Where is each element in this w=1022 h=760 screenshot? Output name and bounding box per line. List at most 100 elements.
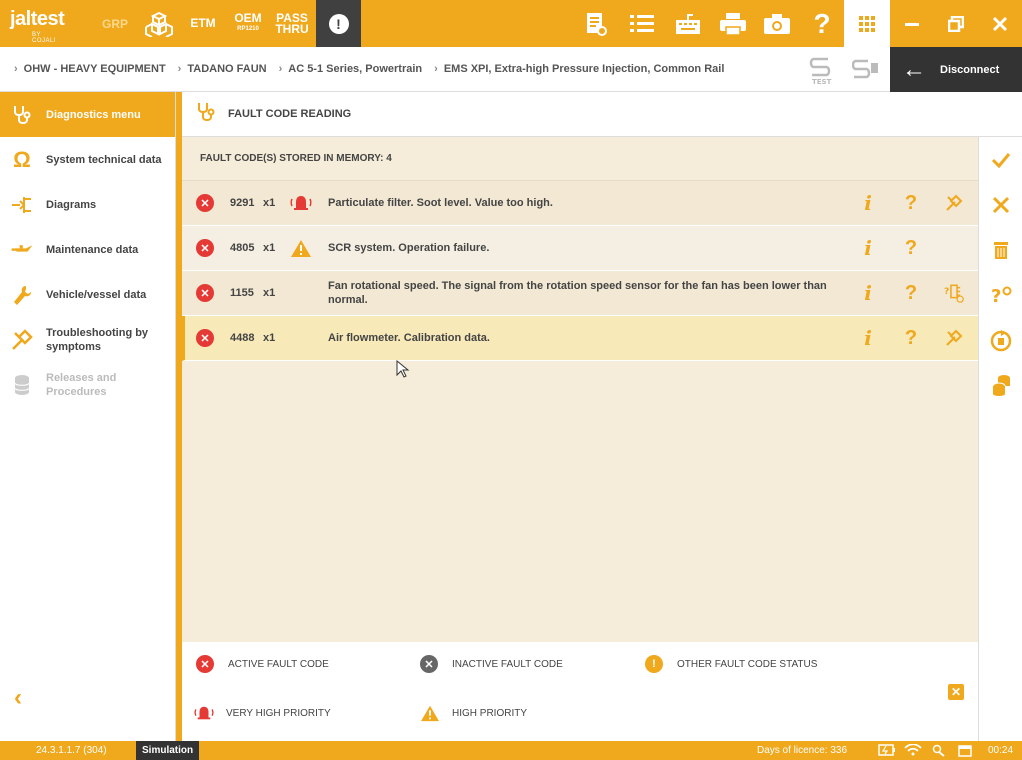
delete-icon[interactable] (979, 227, 1022, 272)
grid-icon (859, 15, 875, 32)
connection-icon[interactable] (851, 57, 880, 83)
clock: 00:24 (988, 745, 1014, 756)
active-fault-icon: ✕ (196, 284, 214, 302)
legend-very-high: VERY HIGH PRIORITY (194, 704, 331, 722)
report-icon[interactable] (580, 0, 612, 47)
info-icon[interactable]: i (858, 191, 878, 215)
sidebar-item-troubleshooting[interactable]: Troubleshooting by symptoms (0, 317, 175, 362)
sidebar: Diagnostics menu Ω System technical data… (0, 92, 176, 741)
high-priority-icon (290, 237, 312, 259)
test-mode-icon[interactable]: TEST (808, 55, 836, 86)
info-icon[interactable]: i (858, 326, 878, 350)
refresh-icon[interactable] (979, 317, 1022, 362)
data-stack-icon[interactable] (979, 362, 1022, 407)
help-icon[interactable]: ? (901, 281, 921, 305)
content-header: FAULT CODE READING (182, 92, 1022, 137)
minimize-icon[interactable] (894, 0, 930, 47)
breadcrumb-item[interactable]: EMS XPI, Extra-high Pressure Injection, … (434, 63, 725, 75)
ohm-icon: Ω (13, 146, 31, 172)
sidebar-item-maintenance-data[interactable]: Maintenance data (0, 227, 175, 272)
legend-other: ! OTHER FAULT CODE STATUS (645, 655, 817, 673)
mouse-cursor-icon (396, 360, 410, 378)
svg-text:TEST: TEST (812, 78, 832, 85)
legend: ✕ ACTIVE FAULT CODE ✕ INACTIVE FAULT COD… (182, 642, 978, 741)
help-icon[interactable]: ? (901, 236, 921, 260)
help-icon[interactable]: ? (901, 326, 921, 350)
legend-close-icon[interactable]: ✕ (948, 684, 964, 700)
stethoscope-icon (196, 101, 216, 128)
active-fault-icon: ✕ (196, 239, 214, 257)
fault-count-title: FAULT CODE(S) STORED IN MEMORY: 4 (182, 137, 978, 181)
sidebar-item-releases-procedures: Releases and Procedures (0, 362, 175, 407)
top-toolbar: jaltest BY COJALI GRP ETM OEM RP1210 PASS… (0, 0, 1022, 47)
very-high-priority-icon (194, 706, 214, 720)
back-chevron-icon[interactable]: ‹ (14, 684, 22, 712)
repair-icon[interactable] (944, 326, 964, 350)
battery-icon (878, 744, 896, 759)
arrow-left-icon: ← (902, 55, 926, 83)
version-label: 24.3.1.1.7 (304) (36, 745, 107, 756)
sidebar-item-diagnostics-menu[interactable]: Diagnostics menu (0, 92, 175, 137)
sidebar-item-vehicle-vessel-data[interactable]: Vehicle/vessel data (0, 272, 175, 317)
legend-inactive: ✕ INACTIVE FAULT CODE (420, 655, 563, 673)
close-icon[interactable] (982, 0, 1018, 47)
calendar-icon (958, 744, 972, 760)
svg-text:?: ? (991, 286, 1001, 306)
restore-icon[interactable] (938, 0, 974, 47)
high-priority-icon (421, 705, 439, 722)
page-title: FAULT CODE READING (228, 108, 352, 120)
breadcrumb-item[interactable]: OHW - HEAVY EQUIPMENT (14, 63, 166, 75)
breadcrumb: OHW - HEAVY EQUIPMENT TADANO FAUN AC 5-1… (0, 47, 890, 92)
stethoscope-icon (10, 103, 34, 127)
disconnect-button[interactable]: ← Disconnect (890, 47, 1022, 92)
legend-high: HIGH PRIORITY (420, 704, 527, 722)
oem-button[interactable]: OEM RP1210 (230, 0, 266, 47)
database-icon (10, 373, 34, 397)
status-bar: 24.3.1.1.7 (304) Simulation Days of lice… (0, 741, 1022, 760)
sidebar-item-system-technical-data[interactable]: Ω System technical data (0, 137, 175, 182)
jaltest-logo: jaltest BY COJALI (10, 8, 65, 44)
grp-button[interactable]: GRP (100, 0, 130, 47)
active-fault-icon: ✕ (196, 655, 214, 673)
info-icon[interactable]: i (858, 236, 878, 260)
sidebar-item-diagrams[interactable]: Diagrams (0, 182, 175, 227)
repair-icon[interactable] (944, 191, 964, 215)
help-icon[interactable]: ? (806, 0, 838, 47)
pass-thru-button[interactable]: PASS THRU (274, 0, 310, 47)
cancel-icon[interactable] (979, 182, 1022, 227)
confirm-icon[interactable] (979, 137, 1022, 182)
legend-active: ✕ ACTIVE FAULT CODE (196, 655, 329, 673)
diagram-icon (10, 193, 34, 217)
help-search-icon[interactable]: ? (979, 272, 1022, 317)
wrench-icon (10, 283, 34, 307)
fault-row[interactable]: ✕ 9291 x1 Particulate filter. Soot level… (182, 181, 978, 226)
help-icon[interactable]: ? (901, 191, 921, 215)
inactive-fault-icon: ✕ (420, 655, 438, 673)
breadcrumb-item[interactable]: AC 5-1 Series, Powertrain (279, 63, 422, 75)
search-key-icon (932, 744, 946, 760)
active-fault-icon: ✕ (196, 194, 214, 212)
keyboard-icon[interactable] (672, 0, 704, 47)
simulation-badge: Simulation (136, 741, 200, 760)
cubes-icon[interactable] (142, 0, 176, 47)
wifi-icon (904, 743, 922, 759)
fault-row[interactable]: ✕ 4805 x1 SCR system. Operation failure.… (182, 226, 978, 271)
very-high-priority-icon (290, 192, 312, 214)
component-test-icon[interactable]: ? (944, 281, 964, 305)
alert-button[interactable]: ! (316, 0, 361, 47)
camera-icon[interactable] (760, 0, 794, 47)
fault-row-selected[interactable]: ✕ 4488 x1 Air flowmeter. Calibration dat… (182, 316, 978, 361)
other-status-icon: ! (645, 655, 663, 673)
etm-button[interactable]: ETM (186, 0, 220, 47)
fault-row[interactable]: ✕ 1155 x1 Fan rotational speed. The sign… (182, 271, 978, 316)
active-fault-icon: ✕ (196, 329, 214, 347)
breadcrumb-item[interactable]: TADANO FAUN (178, 63, 266, 75)
printer-icon[interactable] (716, 0, 750, 47)
licence-days: Days of licence: 336 (757, 745, 848, 756)
apps-button[interactable] (844, 0, 890, 47)
svg-text:?: ? (944, 286, 949, 297)
oil-can-icon (10, 238, 34, 262)
info-icon[interactable]: i (858, 281, 878, 305)
list-icon[interactable] (626, 0, 658, 47)
tools-icon (10, 328, 34, 352)
